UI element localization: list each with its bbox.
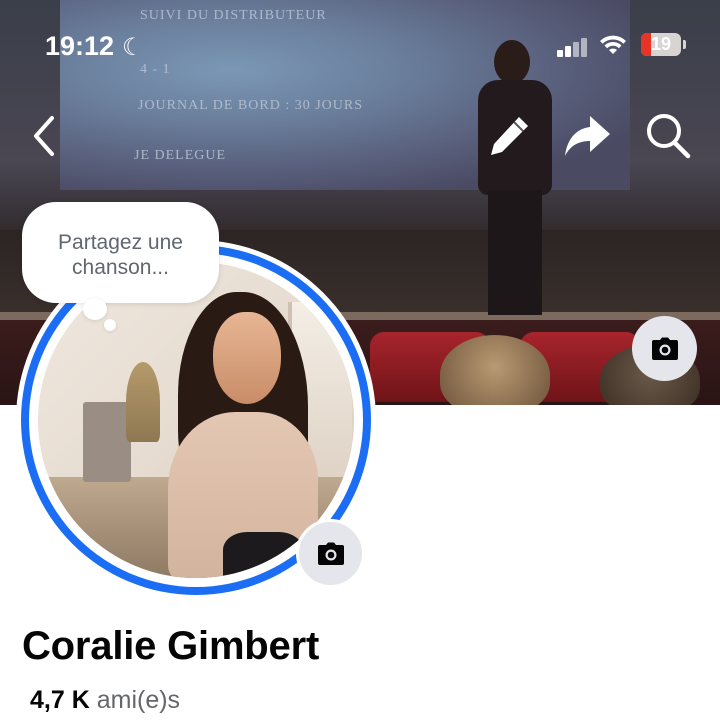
search-icon <box>647 114 691 159</box>
back-chevron-icon <box>34 116 54 156</box>
camera-icon <box>317 542 344 565</box>
edit-cover-photo-button[interactable] <box>632 316 697 381</box>
edit-profile-button[interactable] <box>485 112 533 160</box>
share-button[interactable] <box>562 112 614 160</box>
edit-profile-picture-button[interactable] <box>296 519 365 588</box>
note-bubble-tail <box>83 298 107 320</box>
note-bubble-tail <box>104 319 116 331</box>
status-bar: 19:12 ☾ 19 <box>0 0 720 90</box>
battery-level: 19 <box>650 34 672 54</box>
back-button[interactable] <box>26 112 66 160</box>
cellular-signal-icon <box>557 37 589 57</box>
battery-icon: 19 <box>641 33 681 56</box>
profile-name: Coralie Gimbert <box>22 624 320 668</box>
note-bubble[interactable]: Partagez une chanson... <box>22 202 219 303</box>
note-prompt-text: Partagez une chanson... <box>58 231 183 279</box>
audience-head <box>440 335 550 405</box>
screen-text-line: JE DELEGUE <box>134 148 227 163</box>
friends-count-link[interactable]: 4,7 K ami(e)s <box>30 686 180 715</box>
moon-icon: ☾ <box>122 34 144 61</box>
battery-tip <box>683 40 686 49</box>
friends-label: ami(e)s <box>96 686 181 714</box>
search-button[interactable] <box>643 110 693 162</box>
wifi-icon <box>598 32 628 58</box>
friends-count: 4,7 K <box>30 686 90 714</box>
camera-icon <box>651 337 678 360</box>
status-time: 19:12 <box>45 31 115 61</box>
share-arrow-icon <box>565 116 610 156</box>
edit-pencil-icon <box>491 117 528 155</box>
screen-text-line: JOURNAL DE BORD : 30 JOURS <box>138 98 364 113</box>
